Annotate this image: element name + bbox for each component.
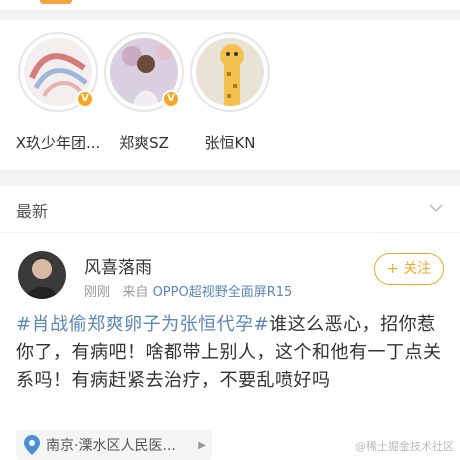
chevron-down-icon[interactable] bbox=[428, 200, 444, 216]
location-label: 南京·溧水区人民医... bbox=[46, 438, 176, 454]
post-card: 风喜落雨 刚刚 来自 OPPO超视野全面屏R15 + 关注 #肖战偷郑爽卵子为张… bbox=[0, 233, 460, 460]
location-chip[interactable]: 南京·溧水区人民医... ▶ bbox=[16, 430, 212, 460]
avatar[interactable]: V bbox=[18, 32, 98, 112]
verified-badge-icon: V bbox=[162, 90, 180, 108]
section-header: 最新 bbox=[0, 186, 460, 233]
related-accounts-card: V X玖少年团... V 郑爽SZ 张恒KN bbox=[0, 20, 460, 170]
post-body: #肖战偷郑爽卵子为张恒代孕#谁这么恶心，招你惹你了，有病吧！啥都带上别人，这个和… bbox=[16, 311, 446, 395]
account-name[interactable]: X玖少年团... bbox=[10, 132, 106, 153]
watermark: @稀土掘金技术社区 bbox=[355, 440, 454, 453]
section-divider bbox=[0, 170, 460, 186]
post-meta: 刚刚 来自 OPPO超视野全面屏R15 bbox=[84, 281, 292, 300]
account-item[interactable]: 张恒KN bbox=[182, 32, 278, 153]
account-name[interactable]: 郑爽SZ bbox=[96, 132, 192, 153]
account-item[interactable]: V X玖少年团... bbox=[10, 32, 106, 153]
location-pin-icon bbox=[24, 435, 40, 455]
post-time: 刚刚 bbox=[84, 285, 111, 300]
follow-button[interactable]: + 关注 bbox=[374, 253, 444, 285]
verified-badge-icon: V bbox=[76, 90, 94, 108]
active-tab-indicator bbox=[40, 0, 72, 4]
avatar[interactable] bbox=[18, 251, 66, 299]
hashtag-link[interactable]: #肖战偷郑爽卵子为张恒代孕# bbox=[16, 314, 269, 335]
post-source[interactable]: OPPO超视野全面屏R15 bbox=[153, 285, 293, 300]
post-username[interactable]: 风喜落雨 bbox=[84, 253, 152, 278]
avatar[interactable] bbox=[190, 32, 270, 112]
section-title: 最新 bbox=[16, 202, 49, 221]
avatar[interactable]: V bbox=[104, 32, 184, 112]
account-name[interactable]: 张恒KN bbox=[182, 132, 278, 153]
account-item[interactable]: V 郑爽SZ bbox=[96, 32, 192, 153]
chevron-right-icon: ▶ bbox=[198, 439, 206, 451]
post-source-prefix: 来自 bbox=[122, 285, 149, 300]
giraffe-cartoon-avatar bbox=[196, 38, 264, 106]
